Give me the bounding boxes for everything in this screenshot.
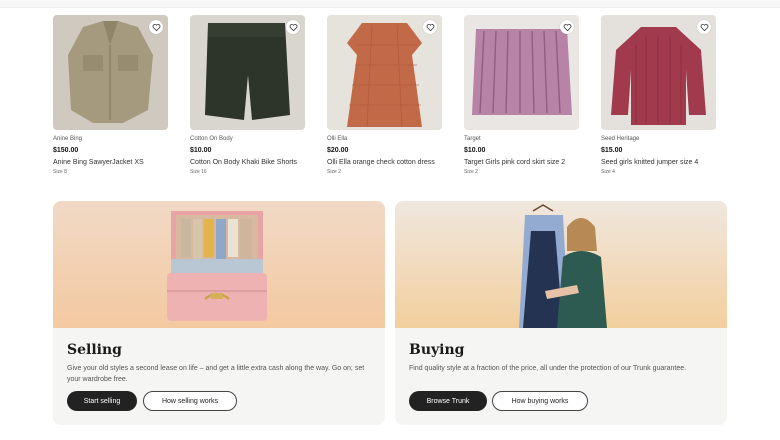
favorite-heart-icon[interactable] — [149, 20, 163, 34]
how-selling-works-button[interactable]: How selling works — [143, 391, 237, 411]
product-size: Size 8 — [53, 169, 67, 175]
product-card[interactable]: Anine Bing $150.00 Anine Bing SawyerJack… — [53, 15, 168, 176]
selling-description: Give your old styles a second lease on l… — [67, 365, 365, 383]
product-title[interactable]: Cotton On Body Khaki Bike Shorts — [190, 158, 305, 167]
product-image[interactable] — [327, 15, 442, 130]
suitcase-illustration — [53, 201, 385, 328]
product-price: $150.00 — [53, 147, 79, 154]
favorite-heart-icon[interactable] — [560, 20, 574, 34]
product-card[interactable]: Target $10.00 Target Girls pink cord ski… — [464, 15, 579, 176]
product-title[interactable]: Olli Ella orange check cotton dress — [327, 158, 442, 167]
product-size: Size 16 — [190, 169, 207, 175]
product-price: $10.00 — [190, 147, 212, 154]
woman-with-dress-illustration — [395, 201, 727, 328]
favorite-heart-icon[interactable] — [286, 20, 300, 34]
buying-description: Find quality style at a fraction of the … — [409, 365, 687, 372]
product-title[interactable]: Target Girls pink cord skirt size 2 — [464, 158, 579, 167]
product-card[interactable]: Seed Heritage $15.00 Seed girls knitted … — [601, 15, 716, 176]
product-image[interactable] — [53, 15, 168, 130]
product-image[interactable] — [601, 15, 716, 130]
buying-heading: Buying — [409, 342, 465, 358]
product-image[interactable] — [190, 15, 305, 130]
browse-trunk-button[interactable]: Browse Trunk — [409, 391, 487, 411]
product-price: $20.00 — [327, 147, 349, 154]
product-grid: Anine Bing $150.00 Anine Bing SawyerJack… — [53, 15, 733, 185]
product-card[interactable]: Olli Ella $20.00 Olli Ella orange check … — [327, 15, 442, 176]
product-brand: Olli Ella — [327, 136, 348, 142]
product-brand: Cotton On Body — [190, 136, 233, 142]
how-buying-works-button[interactable]: How buying works — [492, 391, 588, 411]
selling-heading: Selling — [67, 342, 122, 358]
start-selling-button[interactable]: Start selling — [67, 391, 137, 411]
product-size: Size 2 — [464, 169, 478, 175]
buying-card: Buying Find quality style at a fraction … — [395, 201, 727, 425]
product-price: $15.00 — [601, 147, 623, 154]
buying-banner — [395, 201, 727, 328]
favorite-heart-icon[interactable] — [697, 20, 711, 34]
product-price: $10.00 — [464, 147, 486, 154]
product-title[interactable]: Seed girls knitted jumper size 4 — [601, 158, 716, 167]
product-title[interactable]: Anine Bing SawyerJacket XS — [53, 158, 168, 167]
top-bar — [0, 0, 780, 8]
product-brand: Anine Bing — [53, 136, 83, 142]
product-size: Size 4 — [601, 169, 615, 175]
favorite-heart-icon[interactable] — [423, 20, 437, 34]
product-brand: Seed Heritage — [601, 136, 640, 142]
product-brand: Target — [464, 136, 481, 142]
selling-banner — [53, 201, 385, 328]
product-size: Size 2 — [327, 169, 341, 175]
product-image[interactable] — [464, 15, 579, 130]
selling-card: Selling Give your old styles a second le… — [53, 201, 385, 425]
product-card[interactable]: Cotton On Body $10.00 Cotton On Body Kha… — [190, 15, 305, 176]
